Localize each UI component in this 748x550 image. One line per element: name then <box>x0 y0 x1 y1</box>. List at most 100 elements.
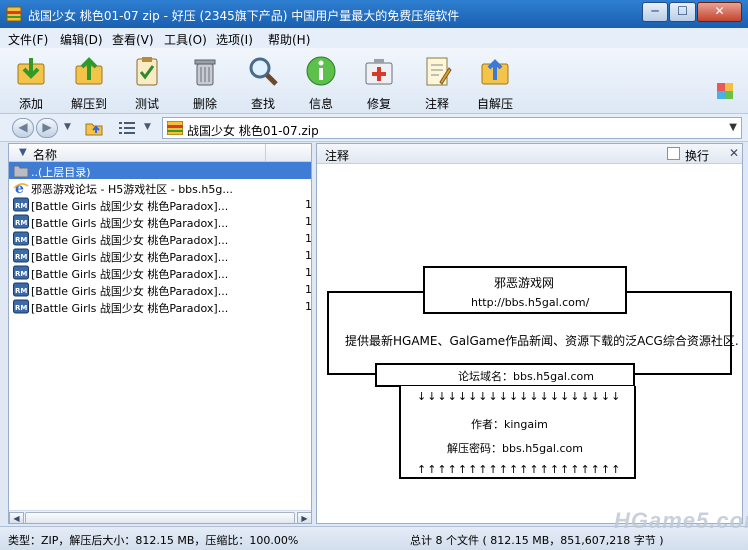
comment-notepad-icon <box>426 57 452 86</box>
main-toolbar: 添加 解压到 测试 删除 查找 信息 修复 注释 自解压 <box>0 48 748 114</box>
add-button[interactable]: 添加 <box>2 52 60 112</box>
close-button[interactable]: ✕ <box>697 2 742 22</box>
archive-info: 类型：ZIP，解压后大小：812.15 MB，压缩比：100.00% <box>8 534 299 547</box>
file-row[interactable]: RM [Battle Girls 战国少女 桃色Paradox]... 1 <box>9 230 311 247</box>
comment-label: 注释 <box>424 97 449 111</box>
comment-button[interactable]: 注释 <box>408 52 466 112</box>
wrap-label: 换行 <box>685 149 710 163</box>
site-description: 提供最新HGAME、GalGame作品新闻、资源下载的泛ACG综合资源社区. <box>345 334 739 348</box>
file-name: ..(上层目录) <box>31 166 91 179</box>
view-dropdown-icon[interactable]: ▼ <box>144 122 151 132</box>
maximize-button[interactable]: ☐ <box>669 2 696 22</box>
comment-close-icon[interactable]: ✕ <box>729 146 739 160</box>
comment-title: 注释 <box>325 149 350 163</box>
magnifier-icon <box>249 57 278 86</box>
extract-to-icon <box>75 57 103 85</box>
rm-video-icon: RM <box>13 265 29 280</box>
view-list-icon[interactable] <box>118 120 136 136</box>
skin-palette-icon[interactable] <box>716 82 734 100</box>
file-size: 1 <box>305 300 312 313</box>
file-row[interactable]: RM [Battle Girls 战国少女 桃色Paradox]... 1 <box>9 281 312 298</box>
test-label: 测试 <box>134 97 159 111</box>
trash-icon <box>194 59 216 86</box>
first-aid-icon <box>365 59 393 85</box>
forward-button[interactable]: ▶ <box>36 118 58 138</box>
address-field[interactable]: 战国少女 桃色01-07.zip ▼ <box>162 117 742 139</box>
site-url: http://bbs.h5gal.com/ <box>471 296 590 309</box>
repair-label: 修复 <box>366 97 391 111</box>
password-line: 解压密码：bbs.h5gal.com <box>447 442 583 455</box>
up-folder-icon[interactable] <box>84 119 104 137</box>
file-name: 邪恶游戏论坛 - H5游戏社区 - bbs.h5g... <box>31 183 233 196</box>
file-size: 1 <box>305 215 312 228</box>
info-label: 信息 <box>308 97 333 111</box>
file-name: [Battle Girls 战国少女 桃色Paradox]... <box>31 217 229 230</box>
repair-button[interactable]: 修复 <box>350 52 408 112</box>
rm-video-icon: RM <box>13 197 29 212</box>
author-line: 作者：kingaim <box>471 418 548 431</box>
scroll-left-button[interactable]: ◀ <box>9 512 24 523</box>
column-separator[interactable] <box>265 144 266 162</box>
menu-edit[interactable]: 编辑(D) <box>60 31 103 48</box>
delete-label: 删除 <box>192 97 217 111</box>
file-row[interactable]: ..(上层目录) <box>9 162 311 179</box>
back-button[interactable]: ◀ <box>12 118 34 138</box>
menu-bar: 文件(F) 编辑(D) 查看(V) 工具(O) 选项(I) 帮助(H) <box>0 28 748 48</box>
title-bar: 战国少女 桃色01-07 zip - 好压 (2345旗下产品) 中国用户量最大… <box>0 0 748 28</box>
menu-options[interactable]: 选项(I) <box>216 31 253 48</box>
site-watermark: HGame5.com <box>614 508 748 533</box>
find-label: 查找 <box>250 97 275 111</box>
file-row[interactable]: RM [Battle Girls 战国少女 桃色Paradox]... 1 <box>9 196 311 213</box>
menu-view[interactable]: 查看(V) <box>112 31 154 48</box>
folder-up-icon <box>13 165 29 178</box>
self-extract-label: 自解压 <box>476 97 513 111</box>
history-dropdown-icon[interactable]: ▼ <box>64 122 71 132</box>
zip-archive-icon <box>167 121 183 135</box>
wrap-checkbox[interactable] <box>667 147 680 160</box>
window-title: 战国少女 桃色01-07 zip - 好压 (2345旗下产品) 中国用户量最大… <box>28 9 460 23</box>
add-label: 添加 <box>18 97 43 111</box>
svg-text:RM: RM <box>15 202 27 210</box>
name-column-header[interactable]: ▼ 名称 <box>9 144 311 162</box>
file-row[interactable]: RM [Battle Girls 战国少女 桃色Paradox]... 1 <box>9 247 312 264</box>
scroll-thumb[interactable] <box>25 512 295 523</box>
sort-down-icon: ▼ <box>19 147 27 158</box>
svg-text:RM: RM <box>15 287 27 295</box>
info-button[interactable]: 信息 <box>292 52 350 112</box>
address-dropdown-icon[interactable]: ▼ <box>729 122 737 133</box>
minimize-button[interactable]: ─ <box>642 2 668 22</box>
file-size: 1 <box>305 283 312 296</box>
site-name: 邪恶游戏网 <box>494 276 555 290</box>
file-name: [Battle Girls 战国少女 桃色Paradox]... <box>31 234 229 247</box>
svg-text:e: e <box>15 181 24 195</box>
menu-tools[interactable]: 工具(O) <box>164 31 207 48</box>
ie-link-icon: e <box>13 181 29 195</box>
rm-video-icon: RM <box>13 299 29 314</box>
menu-help[interactable]: 帮助(H) <box>268 31 310 48</box>
file-size: 1 <box>305 249 312 262</box>
test-button[interactable]: 测试 <box>118 52 176 112</box>
find-button[interactable]: 查找 <box>234 52 292 112</box>
rm-video-icon: RM <box>13 282 29 297</box>
svg-text:RM: RM <box>15 270 27 278</box>
down-arrows: ↓↓↓↓↓↓↓↓↓↓↓↓↓↓↓↓↓↓↓↓ <box>417 390 622 403</box>
menu-file[interactable]: 文件(F) <box>8 31 48 48</box>
extract-to-button[interactable]: 解压到 <box>60 52 118 112</box>
file-list-pane: ▼ 名称 ..(上层目录) e 邪恶游戏论坛 - H5游戏社区 - bbs.h5g.… <box>8 143 312 524</box>
file-row[interactable]: RM [Battle Girls 战国少女 桃色Paradox]... 1 <box>9 298 312 315</box>
domain-line: 论坛域名：bbs.h5gal.com <box>458 370 594 383</box>
add-archive-icon <box>17 58 45 85</box>
delete-button[interactable]: 删除 <box>176 52 234 112</box>
svg-text:RM: RM <box>15 219 27 227</box>
file-name: [Battle Girls 战国少女 桃色Paradox]... <box>31 302 229 315</box>
extract-to-label: 解压到 <box>70 97 107 111</box>
info-icon <box>306 56 336 86</box>
file-row[interactable]: RM [Battle Girls 战国少女 桃色Paradox]... 1 <box>9 264 312 281</box>
horizontal-scrollbar[interactable]: ◀ ▶ <box>9 510 311 523</box>
file-row[interactable]: e 邪恶游戏论坛 - H5游戏社区 - bbs.h5g... <box>9 179 311 196</box>
name-column-label: 名称 <box>33 148 58 162</box>
file-size: 1 <box>305 266 312 279</box>
self-extract-button[interactable]: 自解压 <box>466 52 524 112</box>
scroll-right-button[interactable]: ▶ <box>297 512 311 523</box>
file-row[interactable]: RM [Battle Girls 战国少女 桃色Paradox]... 1 <box>9 213 312 230</box>
